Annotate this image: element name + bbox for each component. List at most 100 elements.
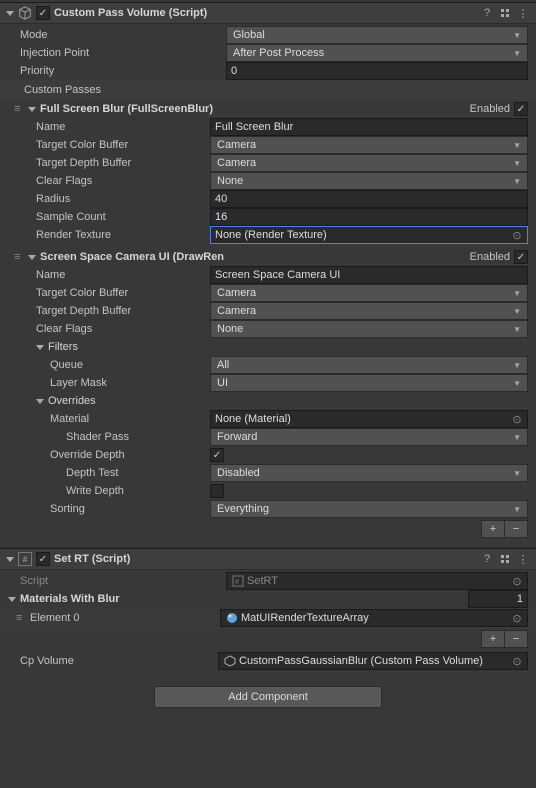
- row-p1-tdb: Target Depth Buffer Camera▼: [0, 154, 536, 172]
- remove-button[interactable]: −: [504, 630, 528, 648]
- component-body-setrt: Script # SetRT ⊙ Materials With Blur 1 ≡…: [0, 570, 536, 676]
- input-name[interactable]: Screen Space Camera UI: [210, 266, 528, 284]
- component-icon: [16, 5, 34, 21]
- object-picker-icon[interactable]: ⊙: [509, 654, 525, 668]
- foldout-filters[interactable]: Filters: [0, 338, 536, 356]
- add-button[interactable]: +: [481, 630, 505, 648]
- dropdown-mode[interactable]: Global▼: [226, 26, 528, 44]
- label: Depth Test: [20, 467, 210, 479]
- enable-checkbox[interactable]: [36, 552, 50, 566]
- dropdown-shaderpass[interactable]: Forward▼: [210, 428, 528, 446]
- input-priority[interactable]: 0: [226, 62, 528, 80]
- object-picker-icon[interactable]: ⊙: [509, 228, 525, 242]
- row-mode: Mode Global▼: [0, 26, 536, 44]
- script-file-icon: #: [231, 574, 245, 588]
- input-name[interactable]: Full Screen Blur: [210, 118, 528, 136]
- foldout-icon[interactable]: [28, 255, 40, 260]
- objectfield-element0[interactable]: MatUIRenderTextureArray ⊙: [220, 609, 528, 627]
- dropdown-tcb[interactable]: Camera▼: [210, 136, 528, 154]
- help-icon[interactable]: [478, 5, 496, 21]
- label: Layer Mask: [20, 377, 210, 389]
- preset-icon[interactable]: [496, 551, 514, 567]
- component-body-custom-pass: Mode Global▼ Injection Point After Post …: [0, 24, 536, 548]
- label: Queue: [20, 359, 210, 371]
- dropdown-sorting[interactable]: Everything▼: [210, 500, 528, 518]
- dropdown-cf[interactable]: None▼: [210, 172, 528, 190]
- component-header-custom-pass[interactable]: Custom Pass Volume (Script): [0, 2, 536, 24]
- dropdown-tdb[interactable]: Camera▼: [210, 302, 528, 320]
- foldout-materials[interactable]: Materials With Blur 1: [0, 590, 536, 608]
- label-materials: Materials With Blur: [20, 593, 468, 605]
- label: Target Depth Buffer: [20, 305, 210, 317]
- dropdown-depthtest[interactable]: Disabled▼: [210, 464, 528, 482]
- foldout-icon[interactable]: [4, 11, 16, 16]
- enabled-checkbox[interactable]: [514, 102, 528, 116]
- context-menu-icon[interactable]: [514, 5, 532, 21]
- objectfield-material[interactable]: None (Material) ⊙: [210, 410, 528, 428]
- dropdown-cf[interactable]: None▼: [210, 320, 528, 338]
- enabled-label: Enabled: [470, 251, 510, 263]
- checkbox-writedepth[interactable]: [210, 484, 224, 498]
- enabled-label: Enabled: [470, 103, 510, 115]
- script-icon: #: [16, 551, 34, 567]
- pass-header-fullscreenblur: ≡ Full Screen Blur (FullScreenBlur) Enab…: [0, 100, 536, 118]
- foldout-overrides[interactable]: Overrides: [0, 392, 536, 410]
- objectfield-cpvolume[interactable]: CustomPassGaussianBlur (Custom Pass Volu…: [218, 652, 528, 670]
- label: Sorting: [20, 503, 210, 515]
- dropdown-injection[interactable]: After Post Process▼: [226, 44, 528, 62]
- preset-icon[interactable]: [496, 5, 514, 21]
- dropdown-queue[interactable]: All▼: [210, 356, 528, 374]
- foldout-icon[interactable]: [28, 107, 40, 112]
- remove-button[interactable]: −: [504, 520, 528, 538]
- label-script: Script: [20, 575, 226, 587]
- label: Target Depth Buffer: [20, 157, 210, 169]
- add-component-button[interactable]: Add Component: [154, 686, 382, 708]
- row-injection: Injection Point After Post Process▼: [0, 44, 536, 62]
- object-picker-icon[interactable]: ⊙: [509, 574, 525, 588]
- drag-handle-icon[interactable]: ≡: [16, 612, 30, 624]
- list-footer-passes: + −: [0, 518, 536, 542]
- row-script: Script # SetRT ⊙: [0, 572, 536, 590]
- material-icon: [225, 611, 239, 625]
- row-p2-material: Material None (Material) ⊙: [0, 410, 536, 428]
- label-element0: Element 0: [30, 612, 220, 624]
- label: Shader Pass: [20, 431, 210, 443]
- label-filters: Filters: [48, 341, 528, 353]
- label-priority: Priority: [20, 65, 226, 77]
- enable-checkbox[interactable]: [36, 6, 50, 20]
- checkbox-overridedepth[interactable]: [210, 448, 224, 462]
- label-overrides: Overrides: [48, 395, 528, 407]
- component-header-setrt[interactable]: # Set RT (Script): [0, 548, 536, 570]
- label: Name: [20, 121, 210, 133]
- row-p2-shaderpass: Shader Pass Forward▼: [0, 428, 536, 446]
- dropdown-tcb[interactable]: Camera▼: [210, 284, 528, 302]
- input-samples[interactable]: 16: [210, 208, 528, 226]
- help-icon[interactable]: [478, 551, 496, 567]
- foldout-icon[interactable]: [4, 557, 16, 562]
- dropdown-layermask[interactable]: UI▼: [210, 374, 528, 392]
- objectfield-script: # SetRT ⊙: [226, 572, 528, 590]
- list-item-element0: ≡ Element 0 MatUIRenderTextureArray ⊙: [0, 608, 536, 628]
- drag-handle-icon[interactable]: ≡: [14, 251, 28, 263]
- label: Name: [20, 269, 210, 281]
- object-picker-icon[interactable]: ⊙: [509, 611, 525, 625]
- label: Override Depth: [20, 449, 210, 461]
- dropdown-tdb[interactable]: Camera▼: [210, 154, 528, 172]
- label: Clear Flags: [20, 175, 210, 187]
- row-p2-writedepth: Write Depth: [0, 482, 536, 500]
- input-radius[interactable]: 40: [210, 190, 528, 208]
- row-p1-rt: Render Texture None (Render Texture) ⊙: [0, 226, 536, 244]
- row-p2-cf: Clear Flags None▼: [0, 320, 536, 338]
- object-picker-icon[interactable]: ⊙: [509, 412, 525, 426]
- add-button[interactable]: +: [481, 520, 505, 538]
- row-p2-queue: Queue All▼: [0, 356, 536, 374]
- input-materials-count[interactable]: 1: [468, 590, 528, 608]
- label: Material: [20, 413, 210, 425]
- label-mode: Mode: [20, 29, 226, 41]
- objectfield-rendertexture[interactable]: None (Render Texture) ⊙: [210, 226, 528, 244]
- component-title: Custom Pass Volume (Script): [54, 7, 478, 19]
- section-custom-passes: Custom Passes: [0, 80, 536, 100]
- enabled-checkbox[interactable]: [514, 250, 528, 264]
- context-menu-icon[interactable]: [514, 551, 532, 567]
- drag-handle-icon[interactable]: ≡: [14, 103, 28, 115]
